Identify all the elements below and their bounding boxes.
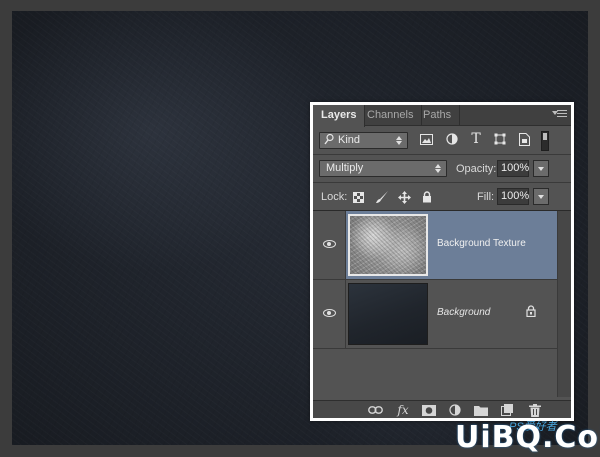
search-icon — [324, 133, 334, 150]
layers-list: Background Texture Background — [313, 211, 571, 397]
opacity-label: Opacity: — [456, 163, 497, 175]
lock-image-pixels-brush-icon[interactable] — [375, 190, 389, 204]
opacity-input[interactable]: 100% — [497, 160, 529, 177]
chevron-updown-icon — [396, 135, 403, 146]
chevron-updown-icon — [435, 163, 442, 174]
image-filter-icon[interactable] — [419, 132, 433, 146]
panel-tab-bar: Layers Channels Paths — [313, 105, 571, 127]
trash-icon[interactable] — [527, 403, 543, 417]
layer-name[interactable]: Background Texture — [437, 238, 526, 249]
layer-row-background[interactable]: Background — [313, 280, 557, 349]
watermark-text: UiBQ.CoM — [455, 420, 600, 455]
filter-toggle[interactable] — [541, 131, 549, 151]
opacity-dropdown-button[interactable] — [533, 160, 549, 177]
layers-scrollbar[interactable] — [557, 211, 571, 397]
new-layer-icon[interactable] — [499, 403, 515, 417]
tab-layers[interactable]: Layers — [313, 105, 366, 127]
mask-icon[interactable] — [421, 403, 437, 417]
visibility-toggle[interactable] — [313, 211, 346, 279]
folder-icon[interactable] — [473, 403, 489, 417]
shape-filter-icon[interactable] — [493, 132, 507, 146]
blend-mode-label: Multiply — [326, 162, 364, 174]
watermark-logo: PS爱好者 UiBQ.CoM — [455, 418, 600, 457]
type-filter-icon[interactable]: T — [469, 131, 483, 147]
fill-input[interactable]: 100% — [497, 188, 529, 205]
filter-kind-label: Kind — [338, 134, 361, 146]
layer-row-background-texture[interactable]: Background Texture — [313, 211, 557, 280]
filter-row: Kind T — [313, 127, 571, 155]
smart-object-filter-icon[interactable] — [517, 132, 531, 146]
blend-row: Multiply Opacity: 100% — [313, 155, 571, 183]
adjustment-filter-icon[interactable] — [445, 132, 459, 146]
lock-transparent-pixels-icon[interactable] — [351, 190, 365, 204]
layer-thumbnail — [348, 214, 428, 276]
lock-all-icon[interactable] — [420, 190, 434, 204]
layer-name[interactable]: Background — [437, 307, 490, 318]
fx-icon[interactable]: fx — [395, 403, 411, 417]
eye-icon — [323, 309, 336, 317]
panel-menu-icon[interactable] — [552, 110, 567, 120]
lock-position-move-icon[interactable] — [397, 190, 411, 204]
eye-icon — [323, 240, 336, 248]
blend-mode-select[interactable]: Multiply — [319, 160, 447, 177]
layer-thumbnail — [348, 283, 428, 345]
layers-bottom-toolbar: fx — [313, 400, 571, 418]
layers-panel: Layers Channels Paths Kind T Multiply Op… — [310, 102, 574, 421]
visibility-toggle[interactable] — [313, 280, 346, 348]
lock-row: Lock: Fill: 100% — [313, 183, 571, 211]
adjustment-icon[interactable] — [447, 403, 463, 417]
tab-channels[interactable]: Channels — [359, 105, 423, 126]
tab-paths[interactable]: Paths — [415, 105, 461, 126]
lock-icon — [526, 305, 540, 319]
fill-dropdown-button[interactable] — [533, 188, 549, 205]
lock-label: Lock: — [321, 191, 348, 203]
filter-kind-select[interactable]: Kind — [319, 132, 408, 149]
fill-label: Fill: — [477, 191, 495, 203]
link-icon[interactable] — [367, 403, 383, 417]
